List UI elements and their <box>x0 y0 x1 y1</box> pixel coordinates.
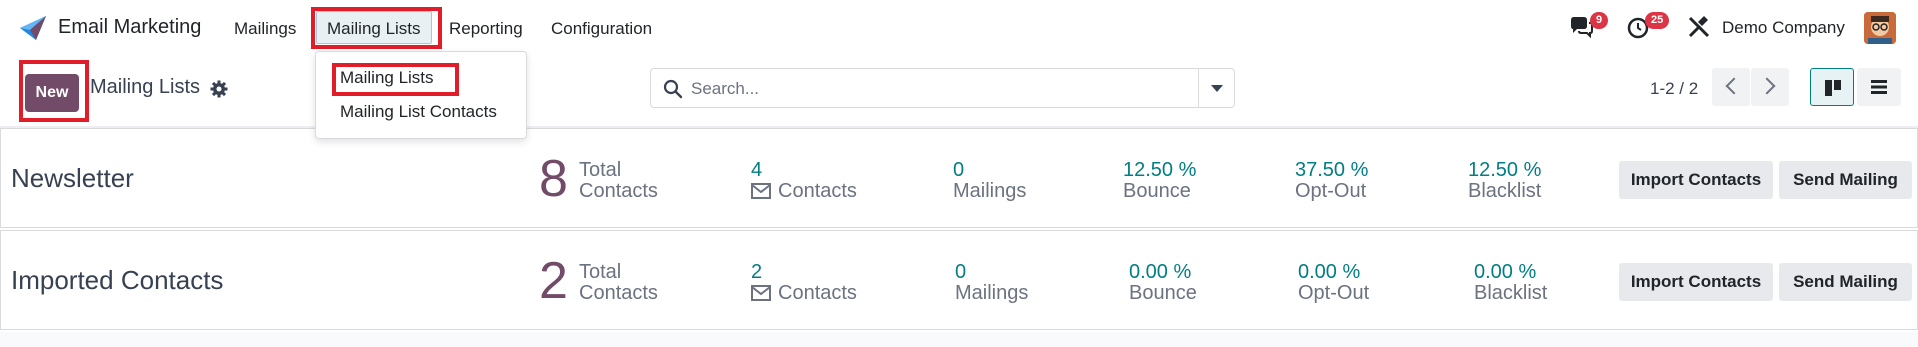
menu-configuration[interactable]: Configuration <box>551 19 652 39</box>
dropdown-item-highlight <box>332 63 459 96</box>
contacts-label[interactable]: Contacts <box>778 180 857 202</box>
bounce-label[interactable]: Bounce <box>1123 180 1191 202</box>
bounce-label[interactable]: Bounce <box>1129 282 1197 304</box>
import-contacts-button[interactable]: Import Contacts <box>1619 161 1773 199</box>
mailings-value[interactable]: 0 <box>955 261 966 283</box>
menu-mailing-lists-highlight <box>311 7 442 49</box>
total-contacts-value: 8 <box>539 150 568 208</box>
kanban-bottom-area <box>0 332 1918 347</box>
pager-previous-button[interactable] <box>1712 68 1750 106</box>
pager-value[interactable]: 1-2 / 2 <box>1650 79 1698 99</box>
bounce-value[interactable]: 12.50 % <box>1123 159 1196 181</box>
list-icon <box>1871 80 1887 94</box>
record-name: Imported Contacts <box>11 265 224 295</box>
total-label-2: Contacts <box>579 180 658 202</box>
envelope-icon <box>751 285 771 301</box>
blacklist-label[interactable]: Blacklist <box>1474 282 1547 304</box>
optout-label[interactable]: Opt-Out <box>1295 180 1366 202</box>
app-name[interactable]: Email Marketing <box>58 16 201 39</box>
contacts-value[interactable]: 2 <box>751 261 762 283</box>
mailings-label[interactable]: Mailings <box>955 282 1028 304</box>
envelope-icon <box>751 183 771 199</box>
total-label-1: Total <box>579 261 622 283</box>
dropdown-item-mailing-list-contacts[interactable]: Mailing List Contacts <box>340 102 497 122</box>
email-marketing-logo-icon[interactable] <box>18 14 48 42</box>
page-title: Mailing Lists <box>90 76 201 98</box>
blacklist-value[interactable]: 12.50 % <box>1468 159 1541 181</box>
top-navbar: Email Marketing Mailings Mailing Lists R… <box>0 0 1918 56</box>
search-input[interactable] <box>691 77 1171 101</box>
mailing-list-card[interactable]: Newsletter 8 Total Contacts 4 Contacts 0… <box>0 128 1918 228</box>
optout-label[interactable]: Opt-Out <box>1298 282 1369 304</box>
activities-badge: 25 <box>1645 12 1670 29</box>
send-mailing-button[interactable]: Send Mailing <box>1779 263 1912 301</box>
contacts-label[interactable]: Contacts <box>778 282 857 304</box>
user-avatar[interactable] <box>1864 12 1896 44</box>
caret-down-icon <box>1211 85 1223 92</box>
search-bar <box>650 68 1235 108</box>
messages-badge: 9 <box>1590 12 1609 29</box>
import-contacts-button[interactable]: Import Contacts <box>1619 263 1773 301</box>
pager-next-button[interactable] <box>1751 68 1789 106</box>
debug-tools-icon[interactable] <box>1686 14 1712 40</box>
new-button-highlight <box>19 60 89 122</box>
kanban-view-button[interactable] <box>1810 68 1854 106</box>
gear-icon[interactable] <box>210 80 228 98</box>
menu-reporting[interactable]: Reporting <box>449 19 523 39</box>
mailing-lists-dropdown: Mailing Lists Mailing List Contacts <box>315 51 527 139</box>
contacts-value[interactable]: 4 <box>751 159 762 181</box>
search-icon <box>663 79 683 99</box>
total-label-1: Total <box>579 159 622 181</box>
bounce-value[interactable]: 0.00 % <box>1129 261 1191 283</box>
total-label-2: Contacts <box>579 282 658 304</box>
kanban-icon <box>1825 80 1841 96</box>
user-avatar-icon <box>1864 12 1896 44</box>
company-switcher[interactable]: Demo Company <box>1722 18 1845 38</box>
optout-value[interactable]: 0.00 % <box>1298 261 1360 283</box>
send-mailing-button[interactable]: Send Mailing <box>1779 161 1912 199</box>
blacklist-value[interactable]: 0.00 % <box>1474 261 1536 283</box>
mailing-list-card[interactable]: Imported Contacts 2 Total Contacts 2 Con… <box>0 230 1918 330</box>
mailings-value[interactable]: 0 <box>953 159 964 181</box>
blacklist-label[interactable]: Blacklist <box>1468 180 1541 202</box>
menu-mailings[interactable]: Mailings <box>234 19 296 39</box>
mailings-label[interactable]: Mailings <box>953 180 1026 202</box>
record-name: Newsletter <box>11 163 134 193</box>
chevron-left-icon <box>1725 77 1743 95</box>
total-contacts-value: 2 <box>539 252 568 310</box>
list-view-button[interactable] <box>1857 68 1901 106</box>
chevron-right-icon <box>1758 77 1776 95</box>
optout-value[interactable]: 37.50 % <box>1295 159 1368 181</box>
search-options-toggle[interactable] <box>1198 69 1234 107</box>
